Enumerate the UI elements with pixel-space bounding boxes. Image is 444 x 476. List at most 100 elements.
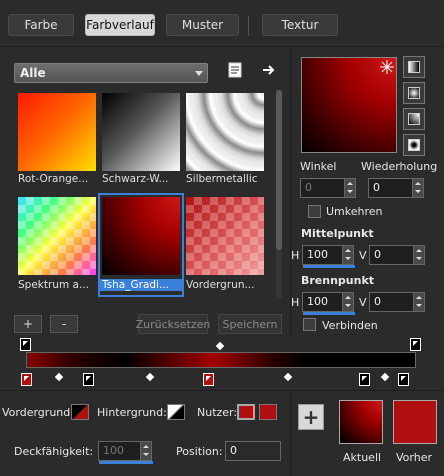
user-swatch-2[interactable] xyxy=(259,404,277,420)
arrow-right-icon[interactable] xyxy=(262,63,276,77)
midpoint-label: Mittelpunkt xyxy=(301,227,374,240)
gradient-thumb-rot-orange[interactable] xyxy=(18,93,96,171)
current-label: Aktuell xyxy=(343,451,382,464)
focal-v-value: 0 xyxy=(374,295,381,308)
midpoint-v-value: 0 xyxy=(374,248,381,261)
tab-textur[interactable]: Textur xyxy=(262,14,338,36)
repeat-input[interactable]: 0 xyxy=(368,178,424,198)
foreground-swatch[interactable] xyxy=(71,404,89,420)
background-swatch[interactable] xyxy=(167,404,185,420)
reset-button[interactable]: Zurücksetzen xyxy=(136,314,210,334)
opacity-slider[interactable] xyxy=(99,461,153,464)
chevron-down-icon xyxy=(195,71,203,76)
panel-divider xyxy=(290,48,291,338)
gradient-thumb-label: Rot-Orange... xyxy=(18,173,89,185)
position-input[interactable]: 0 xyxy=(225,441,281,461)
repeat-label: Wiederholung xyxy=(361,160,438,173)
invert-label: Umkehren xyxy=(326,205,383,218)
plus-icon[interactable]: + xyxy=(298,404,324,430)
focal-h-value: 100 xyxy=(307,295,328,308)
opacity-value: 100 xyxy=(103,444,124,457)
background-label: Hintergrund: xyxy=(97,406,167,419)
invert-checkbox[interactable] xyxy=(308,205,321,218)
link-label: Verbinden xyxy=(322,319,378,332)
color-midpoint-handle-4[interactable] xyxy=(380,372,390,382)
add-gradient-button[interactable]: + xyxy=(14,315,42,333)
gradient-thumb-label: Spektrum a... xyxy=(18,279,89,291)
document-icon[interactable] xyxy=(228,62,242,78)
focal-v-stepper-icon[interactable] xyxy=(413,293,424,311)
gradient-thumb-silbermetallic[interactable] xyxy=(186,93,264,171)
midpoint-h-slider[interactable] xyxy=(303,265,355,268)
focal-h-label: H xyxy=(291,296,300,309)
color-midpoint-handle-3[interactable] xyxy=(283,372,293,382)
gradient-top-stop-right[interactable] xyxy=(410,338,421,351)
tab-farbe[interactable]: Farbe xyxy=(8,14,74,36)
midpoint-h-input[interactable]: 100 xyxy=(302,245,355,268)
gradient-thumb-label-selected: Tsha_Gradi... xyxy=(100,279,182,291)
focal-h-input[interactable]: 100 xyxy=(302,292,355,315)
repeat-value: 0 xyxy=(373,181,380,194)
gradient-type-rectangular-icon[interactable] xyxy=(403,108,425,130)
gradient-gallery: Rot-Orange... Schwarz-W... Silbermetalli… xyxy=(14,87,286,301)
tab-farbverlauf[interactable]: Farbverlauf xyxy=(85,14,155,36)
opacity-stepper-icon[interactable] xyxy=(140,442,151,460)
current-swatch xyxy=(339,400,383,444)
focal-label: Brennpunkt xyxy=(301,274,375,287)
gradient-editor-bar[interactable] xyxy=(26,352,416,368)
angle-value: 0 xyxy=(305,181,312,194)
gradient-thumb-label: Silbermetallic xyxy=(186,173,258,185)
user-label: Nutzer: xyxy=(197,406,238,419)
midpoint-h-label: H xyxy=(291,249,300,262)
opacity-label: Deckfähigkeit: xyxy=(14,445,94,458)
category-dropdown[interactable]: Alle xyxy=(14,63,208,83)
gradient-color-stop-2[interactable] xyxy=(203,373,214,386)
bottom-divider xyxy=(290,392,291,476)
focal-v-input[interactable]: 0 xyxy=(369,292,425,312)
midpoint-h-stepper-icon[interactable] xyxy=(342,246,353,264)
gallery-scrollbar[interactable] xyxy=(276,90,282,298)
category-dropdown-value: Alle xyxy=(20,66,46,80)
midpoint-v-input[interactable]: 0 xyxy=(369,245,425,265)
color-midpoint-handle-2[interactable] xyxy=(145,372,155,382)
previous-swatch[interactable] xyxy=(393,400,437,444)
gradient-thumb-label: Vordergrun... xyxy=(186,279,255,291)
foreground-label: Vordergrund: xyxy=(2,406,74,419)
gradient-type-linear-icon[interactable] xyxy=(403,56,425,78)
gradient-color-stop-1[interactable] xyxy=(83,373,94,386)
user-swatch-1[interactable] xyxy=(237,404,255,420)
gradient-color-stop-0[interactable] xyxy=(21,373,32,386)
gradient-thumb-tsha[interactable] xyxy=(102,197,180,275)
tab-muster[interactable]: Muster xyxy=(166,14,239,36)
gradient-top-stop-left[interactable] xyxy=(20,338,31,351)
gradient-color-stop-3[interactable] xyxy=(359,373,370,386)
gradient-preview[interactable] xyxy=(301,57,397,153)
focal-point-icon[interactable] xyxy=(380,60,394,74)
gradient-thumb-spektrum[interactable] xyxy=(18,197,96,275)
gradient-thumb-label: Schwarz-W... xyxy=(102,173,169,185)
scrollbar-thumb[interactable] xyxy=(276,90,282,250)
repeat-stepper-icon[interactable] xyxy=(412,179,423,197)
opacity-input[interactable]: 100 xyxy=(98,441,153,464)
gradient-type-sunburst-icon[interactable] xyxy=(403,134,425,156)
focal-h-slider[interactable] xyxy=(303,312,355,315)
remove-gradient-button[interactable]: - xyxy=(50,315,78,333)
opacity-midpoint-handle[interactable] xyxy=(215,341,225,351)
gradient-type-radial-icon[interactable] xyxy=(403,82,425,104)
gradient-thumb-vordergrund[interactable] xyxy=(186,197,264,275)
angle-stepper-icon[interactable] xyxy=(344,179,355,197)
save-button[interactable]: Speichern xyxy=(218,314,282,334)
focal-v-label: V xyxy=(359,296,367,309)
position-value: 0 xyxy=(230,444,237,457)
tab-separator xyxy=(248,16,249,36)
midpoint-h-value: 100 xyxy=(307,248,328,261)
angle-label: Winkel xyxy=(300,160,337,173)
gradient-thumb-schwarz-weiss[interactable] xyxy=(102,93,180,171)
position-label: Position: xyxy=(176,445,223,458)
link-checkbox[interactable] xyxy=(303,318,316,331)
focal-h-stepper-icon[interactable] xyxy=(342,293,353,311)
gradient-color-stop-4[interactable] xyxy=(398,373,409,386)
angle-input[interactable]: 0 xyxy=(300,178,356,198)
color-midpoint-handle-1[interactable] xyxy=(54,372,64,382)
midpoint-v-stepper-icon[interactable] xyxy=(413,246,424,264)
